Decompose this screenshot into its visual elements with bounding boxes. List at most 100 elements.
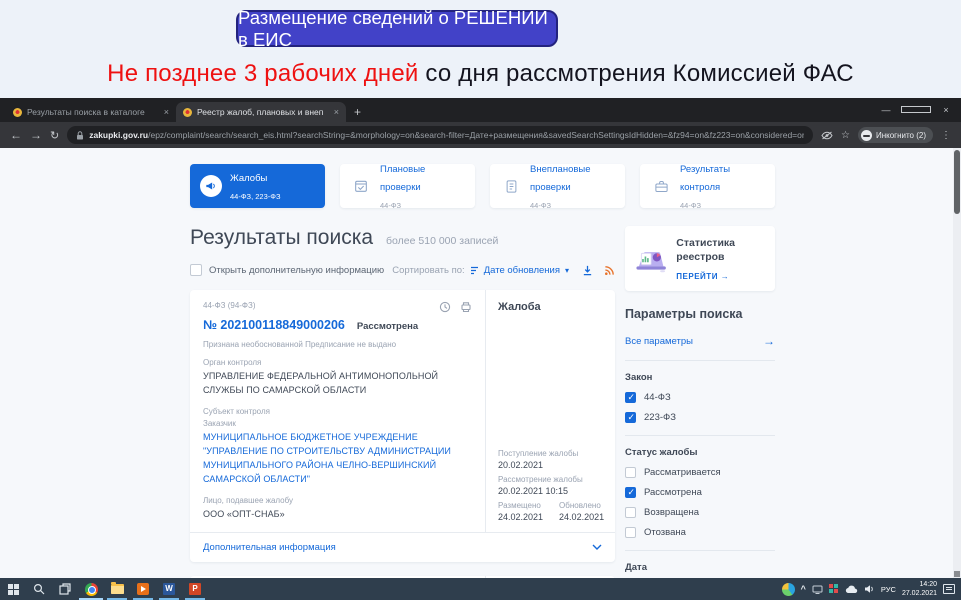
task-view-button[interactable] (52, 578, 78, 600)
minimize-button[interactable]: — (871, 98, 901, 122)
statistics-go-link[interactable]: ПЕРЕЙТИ → (676, 272, 766, 281)
checkbox[interactable] (625, 487, 636, 498)
powerpoint-icon: P (189, 583, 201, 595)
complaint-number-link[interactable]: № 202100118849000206 (203, 318, 345, 332)
event-log-icon[interactable] (439, 301, 451, 313)
sort-order-icon[interactable] (470, 266, 479, 275)
maximize-button[interactable] (901, 98, 931, 122)
start-button[interactable] (0, 578, 26, 600)
back-button[interactable]: ← (10, 128, 22, 142)
tab-title: Результаты поиска в каталоге (27, 107, 159, 117)
status-option-withdrawn[interactable]: Отозвана (625, 527, 775, 538)
chevron-down-icon (592, 544, 602, 550)
checkbox[interactable] (625, 507, 636, 518)
antivirus-icon[interactable] (829, 584, 839, 594)
chrome-icon (85, 583, 98, 596)
tab-favicon (13, 108, 22, 117)
status-option-reviewing[interactable]: Рассматривается (625, 467, 775, 478)
briefcase-icon (650, 175, 672, 197)
updated-value: 24.02.2021 (559, 512, 604, 522)
print-icon[interactable] (460, 301, 472, 313)
arrow-right-icon: → (721, 272, 730, 281)
date-filter-section: Дата Поступление жалобы Все от дд.мм.ггг… (625, 551, 775, 578)
browser-window: Результаты поиска в каталоге × Реестр жа… (0, 98, 961, 578)
law-option-223fz[interactable]: 223-ФЗ (625, 412, 775, 423)
page-title: Результаты поиска (190, 226, 373, 250)
tray-app-icon[interactable] (782, 583, 795, 596)
taskbar-explorer-button[interactable] (104, 578, 130, 600)
checkbox[interactable] (625, 412, 636, 423)
bookmark-star-icon[interactable]: ☆ (841, 130, 850, 141)
additional-info-toggle[interactable]: Дополнительная информация (190, 532, 615, 562)
law-option-44fz[interactable]: 44-ФЗ (625, 392, 775, 403)
tab-planned-inspections[interactable]: Плановые проверки44-ФЗ (340, 164, 475, 208)
close-tab-icon[interactable]: × (334, 107, 339, 117)
tab-sublabel: 44-ФЗ (530, 201, 551, 210)
download-icon[interactable] (582, 265, 593, 276)
tab-label: Внеплановые проверки (530, 164, 591, 193)
sort-value-dropdown[interactable]: Дате обновления (484, 265, 560, 276)
subject-link[interactable]: МУНИЦИПАЛЬНОЕ БЮДЖЕТНОЕ УЧРЕЖДЕНИЕ "УПРА… (203, 431, 472, 487)
registry-statistics-card[interactable]: Статистика реестров ПЕРЕЙТИ → (625, 226, 775, 291)
url-text: zakupki.gov.ru/epz/complaint/search/sear… (89, 130, 804, 140)
cloud-icon[interactable] (845, 585, 858, 594)
status-badge: Рассмотрена (357, 321, 418, 332)
tab-sublabel: 44-ФЗ (680, 201, 701, 210)
checkbox[interactable] (625, 527, 636, 538)
address-bar[interactable]: zakupki.gov.ru/epz/complaint/search/sear… (67, 126, 813, 144)
tab-label: Жалобы (230, 173, 267, 184)
organ-value: УПРАВЛЕНИЕ ФЕДЕРАЛЬНОЙ АНТИМОНОПОЛЬНОЙ С… (203, 370, 472, 398)
scrollbar-thumb[interactable] (954, 150, 960, 214)
date-section-title: Дата (625, 562, 775, 573)
record-type: Жалоба (498, 301, 603, 313)
reload-button[interactable]: ↻ (50, 129, 59, 142)
arrow-right-icon: → (763, 334, 775, 348)
all-params-link[interactable]: Все параметры → (625, 321, 775, 361)
browser-menu-icon[interactable]: ⋮ (941, 130, 951, 141)
browser-tab-search-catalog[interactable]: Результаты поиска в каталоге × (6, 102, 176, 122)
taskbar-clock[interactable]: 14:20 27.02.2021 (902, 580, 937, 599)
subtitle-rest: со дня рассмотрения Комиссией ФАС (419, 60, 854, 87)
law-filter-section: Закон 44-ФЗ 223-ФЗ (625, 361, 775, 436)
sort-by-label: Сортировать по: (392, 265, 464, 276)
file-explorer-icon (111, 584, 124, 594)
eye-off-icon[interactable] (821, 131, 833, 140)
system-tray: ^ РУС 14:20 27.02.2021 (782, 580, 961, 599)
window-controls: — × (871, 98, 961, 122)
taskbar-media-button[interactable] (130, 578, 156, 600)
checkbox[interactable] (625, 467, 636, 478)
tab-complaints[interactable]: Жалобы44-ФЗ, 223-ФЗ (190, 164, 325, 208)
rss-icon[interactable] (604, 265, 615, 276)
results-count: более 510 000 записей (386, 235, 498, 247)
forward-button[interactable]: → (30, 128, 42, 142)
taskbar-word-button[interactable]: W (156, 578, 182, 600)
open-info-checkbox[interactable] (190, 264, 202, 276)
volume-icon[interactable] (864, 584, 875, 594)
megaphone-icon (200, 175, 222, 197)
close-window-button[interactable]: × (931, 98, 961, 122)
language-indicator[interactable]: РУС (881, 585, 896, 594)
word-icon: W (163, 583, 175, 595)
taskbar-chrome-button[interactable] (78, 578, 104, 600)
tray-expand-icon[interactable]: ^ (801, 584, 806, 594)
action-center-icon[interactable] (943, 584, 955, 594)
new-tab-button[interactable]: + (354, 105, 361, 119)
scrollbar-down-button[interactable] (954, 571, 960, 577)
status-option-reviewed[interactable]: Рассмотрена (625, 487, 775, 498)
chevron-down-icon[interactable]: ▾ (565, 266, 569, 275)
checkbox[interactable] (625, 392, 636, 403)
status-option-returned[interactable]: Возвращена (625, 507, 775, 518)
url-path: /epz/complaint/search/search_eis.html?se… (148, 130, 804, 140)
tab-unplanned-inspections[interactable]: Внеплановые проверки 44-ФЗ (490, 164, 625, 208)
tab-favicon (183, 108, 192, 117)
taskbar-powerpoint-button[interactable]: P (182, 578, 208, 600)
tab-control-results[interactable]: Результаты контроля44-ФЗ (640, 164, 775, 208)
network-icon[interactable] (812, 585, 823, 594)
windows-logo-icon (8, 584, 19, 595)
browser-tab-complaints-registry[interactable]: Реестр жалоб, плановых и внеп × (176, 102, 346, 122)
page-scrollbar[interactable] (953, 148, 961, 578)
calendar-check-icon (350, 175, 372, 197)
complaint-card: 44-ФЗ (94-ФЗ) № 202100118849000206 (190, 290, 615, 562)
close-tab-icon[interactable]: × (164, 107, 169, 117)
taskbar-search-button[interactable] (26, 578, 52, 600)
